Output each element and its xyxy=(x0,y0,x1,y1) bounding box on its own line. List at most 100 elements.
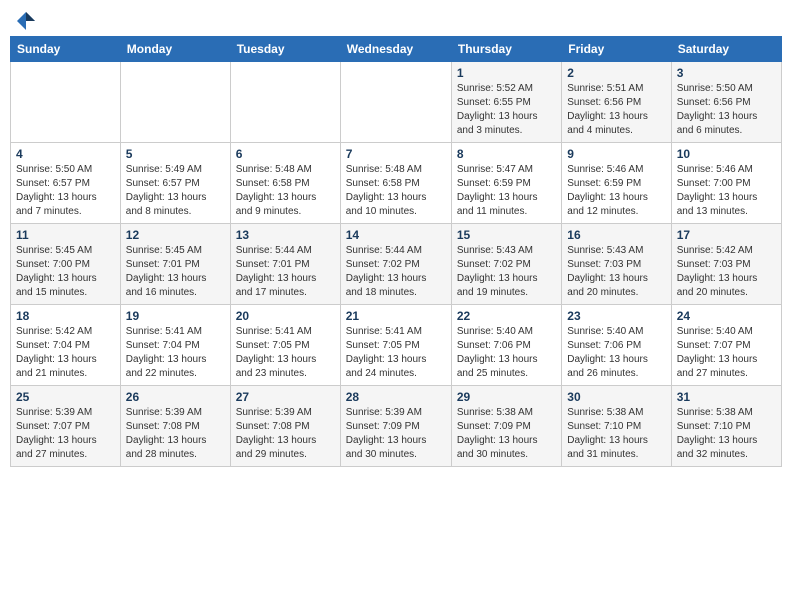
day-info: Sunrise: 5:45 AMSunset: 7:00 PMDaylight:… xyxy=(16,244,115,300)
calendar-cell: 31 Sunrise: 5:38 AMSunset: 7:10 PMDayligh… xyxy=(671,386,781,467)
calendar-cell: 29 Sunrise: 5:38 AMSunset: 7:09 PMDayligh… xyxy=(451,386,561,467)
day-number: 12 xyxy=(126,228,225,242)
calendar-cell: 13 Sunrise: 5:44 AMSunset: 7:01 PMDayligh… xyxy=(230,224,340,305)
calendar-cell: 16 Sunrise: 5:43 AMSunset: 7:03 PMDayligh… xyxy=(562,224,671,305)
day-number: 4 xyxy=(16,147,115,161)
day-info: Sunrise: 5:40 AMSunset: 7:06 PMDaylight:… xyxy=(457,325,556,381)
calendar-cell: 21 Sunrise: 5:41 AMSunset: 7:05 PMDayligh… xyxy=(340,305,451,386)
weekday-wednesday: Wednesday xyxy=(340,37,451,62)
day-info: Sunrise: 5:44 AMSunset: 7:02 PMDaylight:… xyxy=(346,244,446,300)
calendar-cell: 28 Sunrise: 5:39 AMSunset: 7:09 PMDayligh… xyxy=(340,386,451,467)
day-info: Sunrise: 5:49 AMSunset: 6:57 PMDaylight:… xyxy=(126,163,225,219)
day-number: 14 xyxy=(346,228,446,242)
calendar-cell: 26 Sunrise: 5:39 AMSunset: 7:08 PMDayligh… xyxy=(120,386,230,467)
calendar-cell: 22 Sunrise: 5:40 AMSunset: 7:06 PMDayligh… xyxy=(451,305,561,386)
day-info: Sunrise: 5:42 AMSunset: 7:03 PMDaylight:… xyxy=(677,244,776,300)
calendar-table: SundayMondayTuesdayWednesdayThursdayFrid… xyxy=(10,36,782,467)
day-info: Sunrise: 5:38 AMSunset: 7:09 PMDaylight:… xyxy=(457,406,556,462)
calendar-cell xyxy=(11,62,121,143)
calendar-cell: 15Sunrise: 5:43 AMSunset: 7:02 PMDayligh… xyxy=(451,224,561,305)
week-row-4: 18Sunrise: 5:42 AMSunset: 7:04 PMDayligh… xyxy=(11,305,782,386)
day-info: Sunrise: 5:50 AMSunset: 6:56 PMDaylight:… xyxy=(677,82,776,138)
calendar-cell: 4 Sunrise: 5:50 AMSunset: 6:57 PMDaylight… xyxy=(11,143,121,224)
day-info: Sunrise: 5:43 AMSunset: 7:03 PMDaylight:… xyxy=(567,244,665,300)
day-info: Sunrise: 5:50 AMSunset: 6:57 PMDaylight:… xyxy=(16,163,115,219)
calendar-cell: 9 Sunrise: 5:46 AMSunset: 6:59 PMDaylight… xyxy=(562,143,671,224)
calendar-cell xyxy=(340,62,451,143)
day-number: 25 xyxy=(16,390,115,404)
day-number: 6 xyxy=(236,147,335,161)
calendar-cell: 12 Sunrise: 5:45 AMSunset: 7:01 PMDayligh… xyxy=(120,224,230,305)
day-number: 30 xyxy=(567,390,665,404)
day-info: Sunrise: 5:39 AMSunset: 7:08 PMDaylight:… xyxy=(236,406,335,462)
day-number: 20 xyxy=(236,309,335,323)
day-info: Sunrise: 5:44 AMSunset: 7:01 PMDaylight:… xyxy=(236,244,335,300)
day-number: 18 xyxy=(16,309,115,323)
day-number: 27 xyxy=(236,390,335,404)
calendar-cell: 17 Sunrise: 5:42 AMSunset: 7:03 PMDayligh… xyxy=(671,224,781,305)
week-row-5: 25 Sunrise: 5:39 AMSunset: 7:07 PMDayligh… xyxy=(11,386,782,467)
day-number: 31 xyxy=(677,390,776,404)
day-info: Sunrise: 5:41 AMSunset: 7:05 PMDaylight:… xyxy=(236,325,335,381)
calendar-cell: 14 Sunrise: 5:44 AMSunset: 7:02 PMDayligh… xyxy=(340,224,451,305)
weekday-thursday: Thursday xyxy=(451,37,561,62)
day-info: Sunrise: 5:40 AMSunset: 7:06 PMDaylight:… xyxy=(567,325,665,381)
day-number: 13 xyxy=(236,228,335,242)
day-info: Sunrise: 5:45 AMSunset: 7:01 PMDaylight:… xyxy=(126,244,225,300)
day-info: Sunrise: 5:41 AMSunset: 7:04 PMDaylight:… xyxy=(126,325,225,381)
weekday-tuesday: Tuesday xyxy=(230,37,340,62)
weekday-sunday: Sunday xyxy=(11,37,121,62)
day-info: Sunrise: 5:41 AMSunset: 7:05 PMDaylight:… xyxy=(346,325,446,381)
week-row-3: 11 Sunrise: 5:45 AMSunset: 7:00 PMDayligh… xyxy=(11,224,782,305)
weekday-friday: Friday xyxy=(562,37,671,62)
calendar-cell: 27 Sunrise: 5:39 AMSunset: 7:08 PMDayligh… xyxy=(230,386,340,467)
calendar-cell: 20 Sunrise: 5:41 AMSunset: 7:05 PMDayligh… xyxy=(230,305,340,386)
day-number: 21 xyxy=(346,309,446,323)
calendar-cell: 23 Sunrise: 5:40 AMSunset: 7:06 PMDayligh… xyxy=(562,305,671,386)
logo-icon xyxy=(15,10,37,32)
day-info: Sunrise: 5:46 AMSunset: 6:59 PMDaylight:… xyxy=(567,163,665,219)
day-info: Sunrise: 5:38 AMSunset: 7:10 PMDaylight:… xyxy=(677,406,776,462)
day-number: 17 xyxy=(677,228,776,242)
day-info: Sunrise: 5:38 AMSunset: 7:10 PMDaylight:… xyxy=(567,406,665,462)
calendar-cell: 7 Sunrise: 5:48 AMSunset: 6:58 PMDaylight… xyxy=(340,143,451,224)
day-number: 8 xyxy=(457,147,556,161)
day-info: Sunrise: 5:43 AMSunset: 7:02 PMDaylight:… xyxy=(457,244,556,300)
day-number: 1 xyxy=(457,66,556,80)
day-info: Sunrise: 5:47 AMSunset: 6:59 PMDaylight:… xyxy=(457,163,556,219)
day-number: 28 xyxy=(346,390,446,404)
calendar-cell: 25 Sunrise: 5:39 AMSunset: 7:07 PMDayligh… xyxy=(11,386,121,467)
day-info: Sunrise: 5:48 AMSunset: 6:58 PMDaylight:… xyxy=(236,163,335,219)
day-info: Sunrise: 5:52 AMSunset: 6:55 PMDaylight:… xyxy=(457,82,556,138)
page-header xyxy=(10,10,782,28)
day-number: 29 xyxy=(457,390,556,404)
calendar-cell: 24 Sunrise: 5:40 AMSunset: 7:07 PMDayligh… xyxy=(671,305,781,386)
day-info: Sunrise: 5:39 AMSunset: 7:09 PMDaylight:… xyxy=(346,406,446,462)
calendar-cell: 3 Sunrise: 5:50 AMSunset: 6:56 PMDaylight… xyxy=(671,62,781,143)
day-number: 7 xyxy=(346,147,446,161)
calendar-cell: 6 Sunrise: 5:48 AMSunset: 6:58 PMDaylight… xyxy=(230,143,340,224)
calendar-cell: 1 Sunrise: 5:52 AMSunset: 6:55 PMDaylight… xyxy=(451,62,561,143)
calendar-cell: 10Sunrise: 5:46 AMSunset: 7:00 PMDayligh… xyxy=(671,143,781,224)
day-number: 16 xyxy=(567,228,665,242)
calendar-cell: 2Sunrise: 5:51 AMSunset: 6:56 PMDaylight… xyxy=(562,62,671,143)
day-number: 23 xyxy=(567,309,665,323)
day-info: Sunrise: 5:39 AMSunset: 7:08 PMDaylight:… xyxy=(126,406,225,462)
day-info: Sunrise: 5:39 AMSunset: 7:07 PMDaylight:… xyxy=(16,406,115,462)
calendar-cell xyxy=(230,62,340,143)
day-number: 5 xyxy=(126,147,225,161)
day-info: Sunrise: 5:48 AMSunset: 6:58 PMDaylight:… xyxy=(346,163,446,219)
day-number: 26 xyxy=(126,390,225,404)
weekday-saturday: Saturday xyxy=(671,37,781,62)
calendar-cell xyxy=(120,62,230,143)
day-number: 9 xyxy=(567,147,665,161)
day-number: 24 xyxy=(677,309,776,323)
day-number: 10 xyxy=(677,147,776,161)
day-number: 22 xyxy=(457,309,556,323)
calendar-cell: 18Sunrise: 5:42 AMSunset: 7:04 PMDayligh… xyxy=(11,305,121,386)
week-row-1: 1 Sunrise: 5:52 AMSunset: 6:55 PMDaylight… xyxy=(11,62,782,143)
calendar-cell: 11 Sunrise: 5:45 AMSunset: 7:00 PMDayligh… xyxy=(11,224,121,305)
day-info: Sunrise: 5:40 AMSunset: 7:07 PMDaylight:… xyxy=(677,325,776,381)
day-number: 11 xyxy=(16,228,115,242)
day-number: 3 xyxy=(677,66,776,80)
